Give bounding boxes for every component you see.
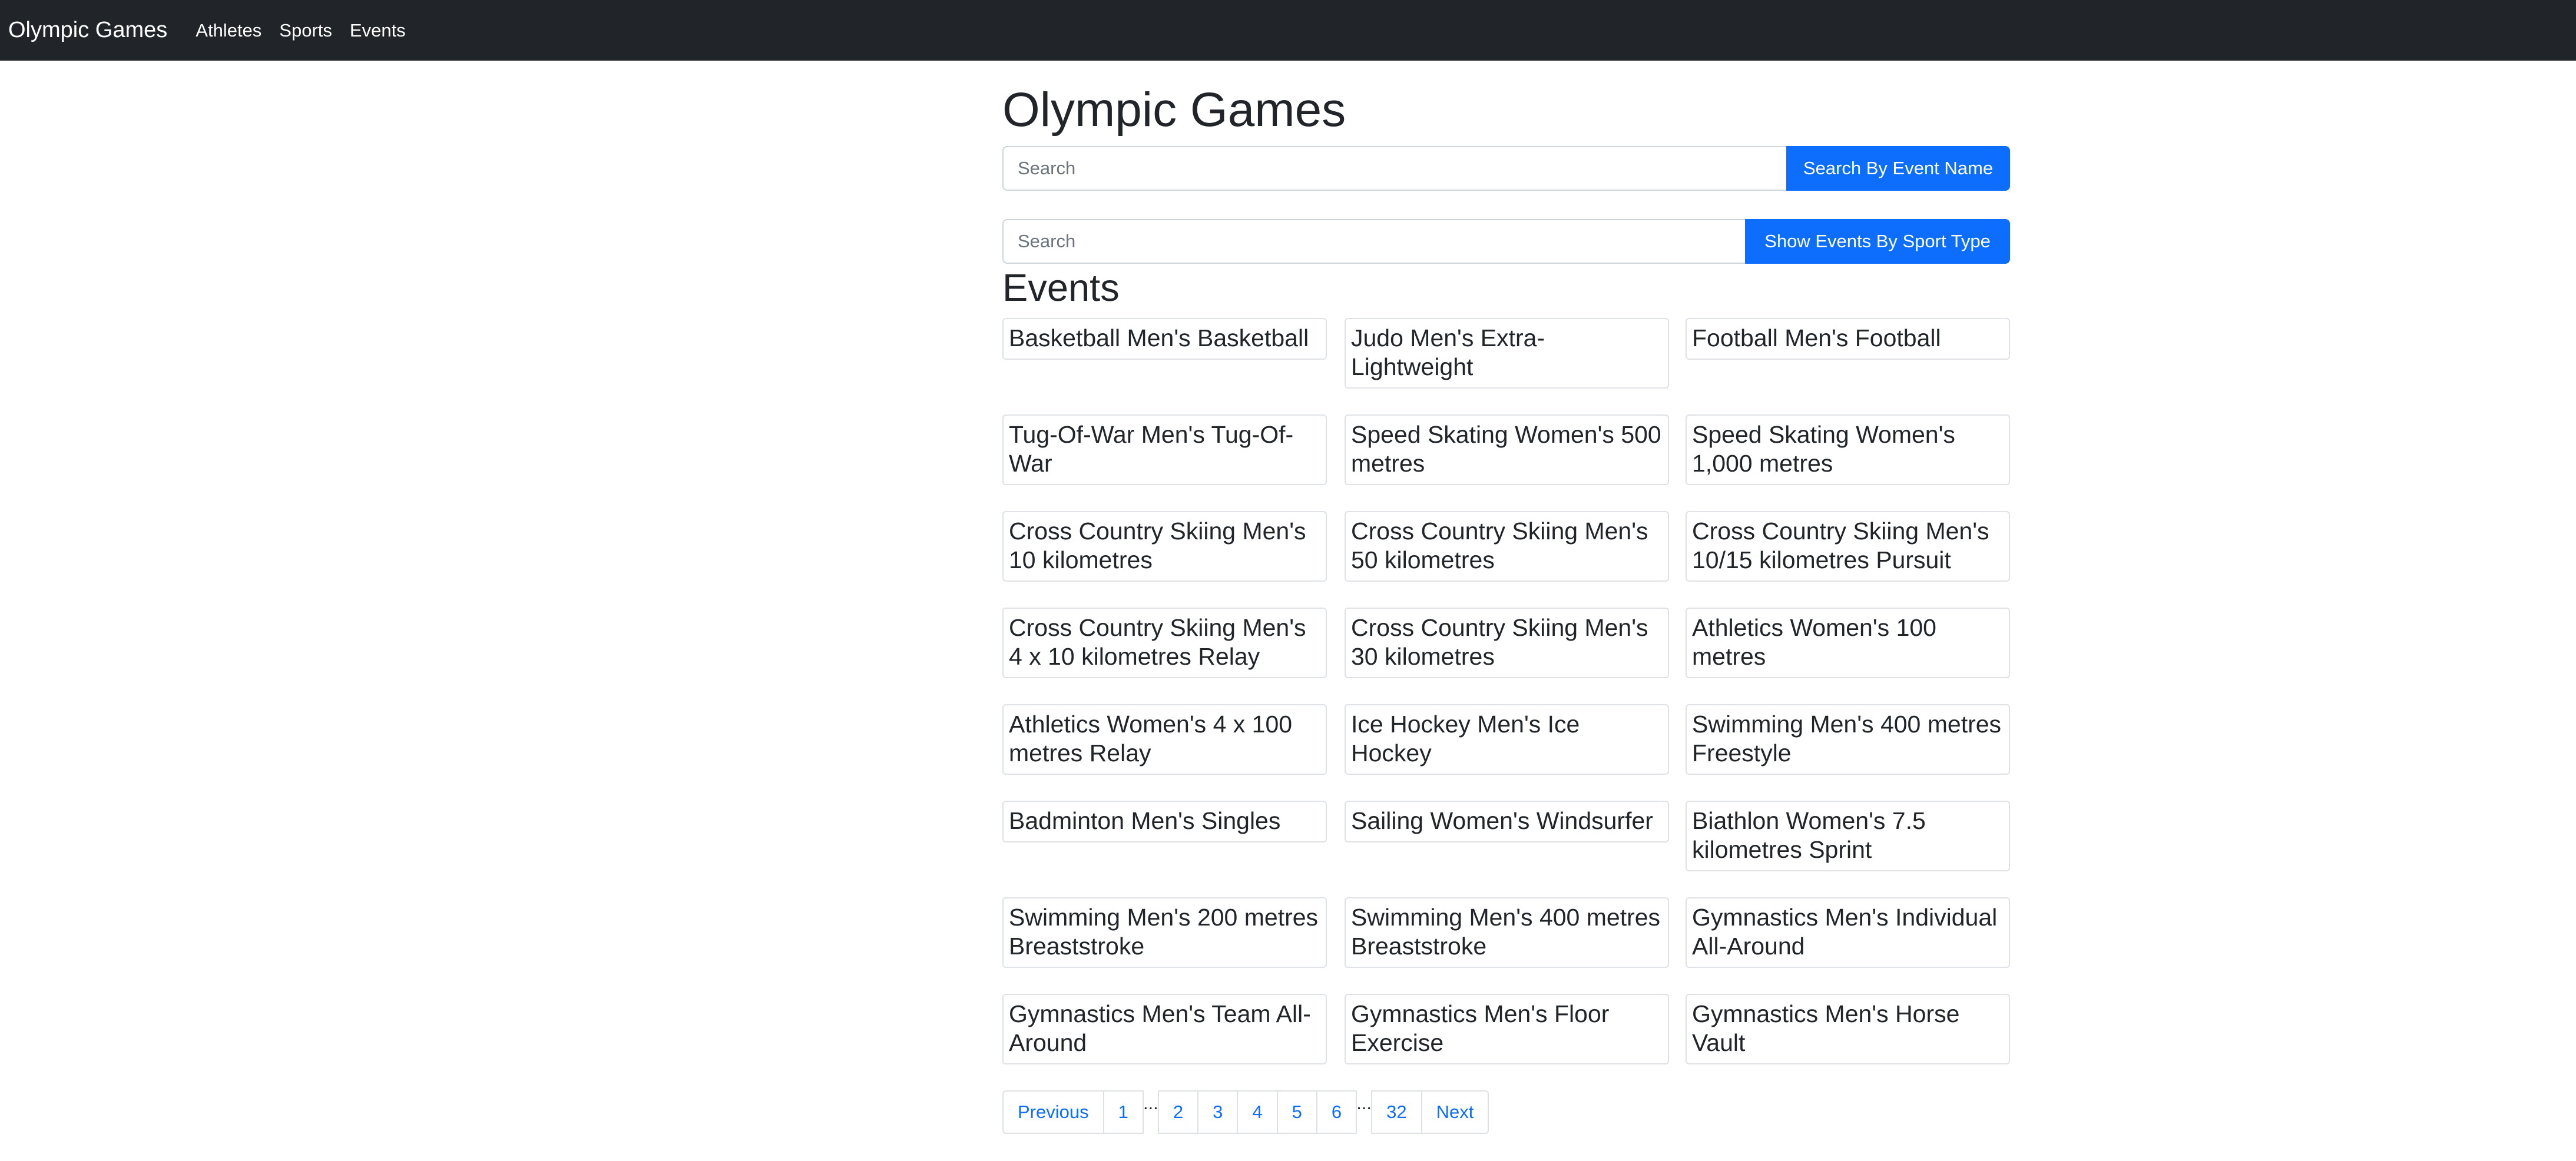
- event-card[interactable]: Swimming Men's 200 metres Breaststroke: [1002, 897, 1327, 968]
- nav-link-events[interactable]: Events: [350, 20, 406, 41]
- event-card[interactable]: Gymnastics Men's Individual All-Around: [1686, 897, 2010, 968]
- event-card[interactable]: Biathlon Women's 7.5 kilometres Sprint: [1686, 801, 2010, 872]
- event-card[interactable]: Cross Country Skiing Men's 10/15 kilomet…: [1686, 511, 2010, 582]
- event-card[interactable]: Gymnastics Men's Floor Exercise: [1345, 994, 1669, 1065]
- event-card[interactable]: Swimming Men's 400 metres Freestyle: [1686, 704, 2010, 775]
- page-title: Olympic Games: [1002, 83, 1346, 137]
- pagination-ellipsis: ...: [1143, 1093, 1158, 1113]
- event-card[interactable]: Cross Country Skiing Men's 30 kilometres: [1345, 608, 1669, 679]
- event-card[interactable]: Basketball Men's Basketball: [1002, 318, 1327, 360]
- event-card[interactable]: Badminton Men's Singles: [1002, 801, 1327, 843]
- nav-link-sports[interactable]: Sports: [279, 20, 332, 41]
- event-card[interactable]: Swimming Men's 400 metres Breaststroke: [1345, 897, 1669, 968]
- pagination-page-5[interactable]: 5: [1276, 1090, 1317, 1134]
- pagination-page-3[interactable]: 3: [1197, 1090, 1239, 1134]
- navbar: Olympic Games Athletes Sports Events: [0, 0, 2576, 61]
- event-card[interactable]: Tug-Of-War Men's Tug-Of-War: [1002, 414, 1327, 486]
- pagination-next-button[interactable]: Next: [1421, 1090, 1489, 1134]
- event-card[interactable]: Speed Skating Women's 1,000 metres: [1686, 414, 2010, 486]
- sport-type-search-input[interactable]: [1002, 219, 1745, 264]
- event-name-search-input[interactable]: [1002, 146, 1786, 191]
- event-card[interactable]: Judo Men's Extra-Lightweight: [1345, 318, 1669, 389]
- event-card[interactable]: Athletics Women's 4 x 100 metres Relay: [1002, 704, 1327, 775]
- event-card[interactable]: Gymnastics Men's Team All-Around: [1002, 994, 1327, 1065]
- pagination-ellipsis: ...: [1356, 1093, 1372, 1113]
- search-by-event-name-button[interactable]: Search By Event Name: [1786, 146, 2010, 191]
- pagination-previous-button[interactable]: Previous: [1002, 1090, 1104, 1134]
- sport-type-search-group: Show Events By Sport Type: [1002, 219, 2010, 264]
- events-section-title: Events: [1002, 266, 1120, 309]
- pagination-page-6[interactable]: 6: [1316, 1090, 1357, 1134]
- pagination-page-1[interactable]: 1: [1102, 1090, 1144, 1134]
- pagination-page-4[interactable]: 4: [1237, 1090, 1278, 1134]
- pagination: Previous 1 ... 2 3 4 5 6 ... 32 Next: [1002, 1090, 1489, 1134]
- show-events-by-sport-type-button[interactable]: Show Events By Sport Type: [1745, 219, 2010, 264]
- nav-link-athletes[interactable]: Athletes: [196, 20, 261, 41]
- event-card[interactable]: Cross Country Skiing Men's 50 kilometres: [1345, 511, 1669, 582]
- event-card[interactable]: Cross Country Skiing Men's 4 x 10 kilome…: [1002, 608, 1327, 679]
- event-card[interactable]: Ice Hockey Men's Ice Hockey: [1345, 704, 1669, 775]
- event-card[interactable]: Cross Country Skiing Men's 10 kilometres: [1002, 511, 1327, 582]
- event-card[interactable]: Speed Skating Women's 500 metres: [1345, 414, 1669, 486]
- pagination-page-2[interactable]: 2: [1157, 1090, 1199, 1134]
- event-card[interactable]: Gymnastics Men's Horse Vault: [1686, 994, 2010, 1065]
- navbar-brand[interactable]: Olympic Games: [8, 18, 167, 43]
- event-card[interactable]: Sailing Women's Windsurfer: [1345, 801, 1669, 843]
- pagination-page-32[interactable]: 32: [1371, 1090, 1422, 1134]
- event-card[interactable]: Football Men's Football: [1686, 318, 2010, 360]
- event-card[interactable]: Athletics Women's 100 metres: [1686, 608, 2010, 679]
- event-name-search-group: Search By Event Name: [1002, 146, 2010, 191]
